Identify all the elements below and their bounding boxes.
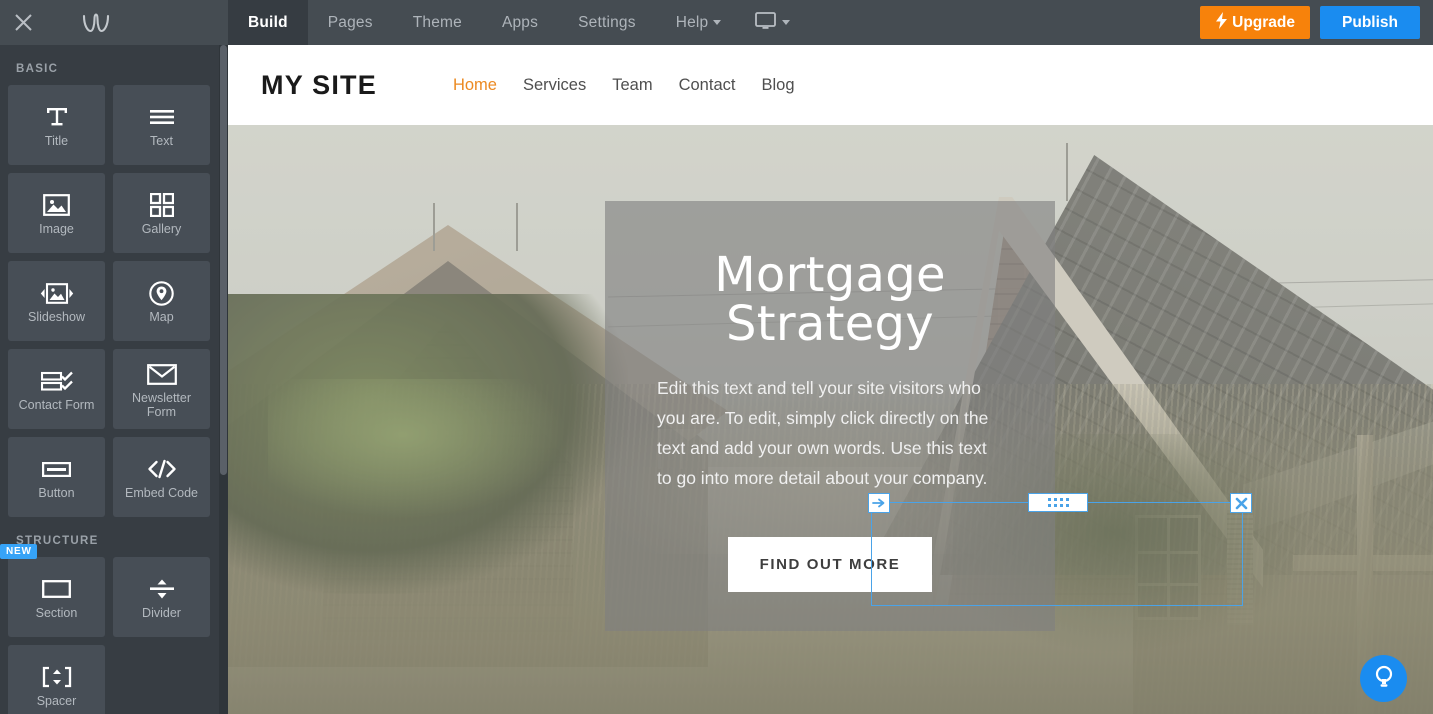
menu-item-settings[interactable]: Settings [558, 0, 656, 45]
sidebar-item-label: Contact Form [18, 398, 95, 412]
sidebar-scrollbar[interactable] [219, 45, 228, 714]
help-lightbulb-button[interactable] [1360, 655, 1407, 702]
menu-label: Settings [578, 13, 636, 31]
drag-dots-icon[interactable] [1028, 493, 1088, 512]
menu-item-build[interactable]: Build [228, 0, 308, 45]
title-serif-t-icon [44, 102, 70, 132]
sidebar-item-label: Spacer [36, 694, 77, 708]
sidebar-item-label: Newsletter Form [131, 391, 192, 419]
menu-label: Apps [501, 13, 539, 31]
sidebar-item-button[interactable]: Button [8, 437, 105, 517]
menu-item-help[interactable]: Help [656, 0, 742, 45]
sidebar-content: BASIC Title Text Image Gallery Slideshow… [0, 45, 228, 714]
hero-title[interactable]: Mortgage Strategy [605, 251, 1055, 349]
site-nav-home[interactable]: Home [453, 76, 497, 95]
desktop-monitor-icon [755, 11, 777, 34]
close-icon[interactable] [0, 0, 46, 45]
site-logo[interactable]: MY SITE [261, 70, 377, 101]
elements-sidebar: BASIC Title Text Image Gallery Slideshow… [0, 45, 228, 714]
sidebar-section-basic-label: BASIC [16, 63, 59, 75]
menu-label: Build [248, 13, 288, 31]
lightbulb-icon [1373, 664, 1395, 694]
sidebar-section-structure-grid: NEW Section Divider Spacer [0, 544, 220, 714]
sidebar-item-newsletter-form[interactable]: Newsletter Form [113, 349, 210, 429]
menu-item-pages[interactable]: Pages [308, 0, 393, 45]
weebly-editor-app: Build Pages Theme Apps Settings Help Upg… [0, 0, 1433, 714]
sidebar-item-gallery[interactable]: Gallery [113, 173, 210, 253]
find-out-more-button[interactable]: FIND OUT MORE [727, 537, 933, 592]
chevron-down-icon [782, 20, 791, 25]
toolbar-menu: Build Pages Theme Apps Settings Help [228, 0, 1200, 45]
site-nav: Home Services Team Contact Blog [453, 76, 795, 95]
sidebar-item-label: Divider [142, 606, 181, 620]
sidebar-item-label: Gallery [141, 222, 182, 236]
chevron-down-icon [713, 20, 722, 25]
editor-body: BASIC Title Text Image Gallery Slideshow… [0, 45, 1433, 714]
sidebar-item-section[interactable]: NEW Section [0, 544, 105, 637]
spacer-expand-icon [42, 662, 72, 692]
menu-label: Help [675, 13, 709, 31]
image-picture-icon [43, 190, 70, 220]
menu-item-theme[interactable]: Theme [393, 0, 482, 45]
sidebar-item-contact-form[interactable]: Contact Form [8, 349, 105, 429]
section-rect-icon [42, 574, 71, 604]
envelope-icon [146, 359, 177, 389]
sidebar-item-label: Title [44, 134, 69, 148]
site-nav-team[interactable]: Team [612, 76, 652, 95]
button-rect-icon [42, 454, 71, 484]
toolbar-left-group [0, 0, 228, 45]
sidebar-item-map[interactable]: Map [113, 261, 210, 341]
menu-label: Pages [327, 13, 373, 31]
sidebar-item-spacer[interactable]: Spacer [8, 645, 105, 714]
upgrade-button[interactable]: Upgrade [1200, 6, 1311, 39]
hero-content: Mortgage Strategy Edit this text and tel… [605, 201, 1055, 631]
publish-button-label: Publish [1342, 13, 1398, 31]
sidebar-item-embed-code[interactable]: Embed Code [113, 437, 210, 517]
hero-text-block[interactable]: Edit this text and tell your site visito… [657, 373, 1003, 493]
sidebar-item-label: Map [149, 310, 174, 324]
site-nav-services[interactable]: Services [523, 76, 586, 95]
menu-label: Theme [412, 13, 462, 31]
site-nav-contact[interactable]: Contact [679, 76, 736, 95]
sidebar-item-slideshow[interactable]: Slideshow [8, 261, 105, 341]
code-brackets-icon [147, 454, 177, 484]
sidebar-scrollbar-thumb[interactable] [220, 45, 227, 475]
upgrade-button-label: Upgrade [1232, 13, 1296, 31]
editor-toolbar: Build Pages Theme Apps Settings Help Upg… [0, 0, 1433, 45]
device-preview-selector[interactable] [741, 0, 804, 45]
publish-button[interactable]: Publish [1320, 6, 1420, 39]
sidebar-item-text[interactable]: Text [113, 85, 210, 165]
site-nav-blog[interactable]: Blog [761, 76, 794, 95]
sidebar-item-label: Button [38, 486, 75, 500]
menu-item-apps[interactable]: Apps [482, 0, 558, 45]
new-badge: NEW [0, 544, 37, 559]
toolbar-right-group: Upgrade Publish [1200, 0, 1433, 45]
sidebar-item-label: Text [150, 134, 173, 148]
hero-section: Mortgage Strategy Edit this text and tel… [228, 125, 1433, 714]
sidebar-item-label: Slideshow [28, 310, 85, 324]
sidebar-item-image[interactable]: Image [8, 173, 105, 253]
sidebar-item-divider[interactable]: Divider [113, 557, 210, 637]
sidebar-section-structure-label: STRUCTURE [16, 535, 99, 547]
text-lines-icon [148, 102, 176, 132]
weebly-logo-icon[interactable] [62, 0, 132, 45]
divider-updown-icon [148, 574, 176, 604]
site-preview-canvas: MY SITE Home Services Team Contact Blog [228, 45, 1433, 714]
sidebar-item-label: Image [39, 222, 74, 236]
move-arrow-icon[interactable] [868, 493, 890, 513]
gallery-grid-icon [149, 190, 174, 220]
contact-form-check-icon [40, 366, 73, 396]
sidebar-item-title[interactable]: Title [8, 85, 105, 165]
slideshow-arrows-icon [40, 278, 74, 308]
lightning-bolt-icon [1215, 11, 1228, 34]
sidebar-section-basic-grid: Title Text Image Gallery Slideshow Map C… [8, 85, 220, 517]
sidebar-item-label: Embed Code [125, 486, 198, 500]
site-header: MY SITE Home Services Team Contact Blog [228, 45, 1433, 125]
sidebar-item-label: Section [35, 606, 78, 620]
map-pin-icon [149, 278, 174, 308]
close-x-icon[interactable] [1230, 493, 1252, 513]
